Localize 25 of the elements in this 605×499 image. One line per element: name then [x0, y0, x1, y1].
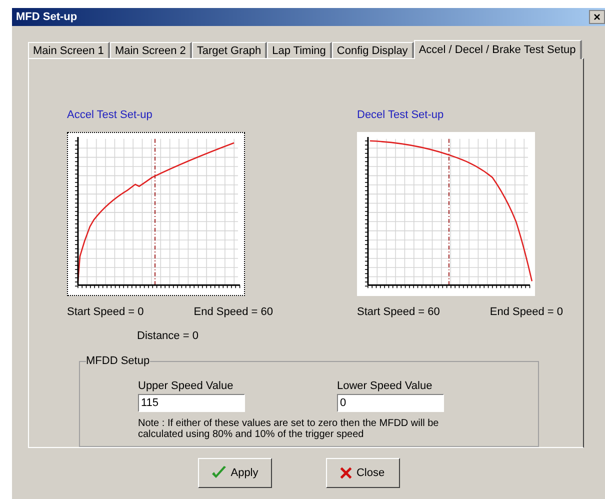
lower-speed-label: Lower Speed Value: [337, 378, 434, 394]
checkmark-icon: [210, 466, 227, 480]
window-title: MFD Set-up: [16, 10, 78, 25]
end-speed-label: End Speed = 0: [490, 304, 563, 320]
tab[interactable]: Config Display: [332, 42, 414, 58]
tab[interactable]: Target Graph: [192, 42, 268, 58]
tab[interactable]: Accel / Decel / Brake Test Setup: [414, 40, 582, 59]
close-button[interactable]: ×: [589, 10, 605, 24]
end-speed-label: End Speed = 60: [194, 304, 273, 320]
section-title: Accel Test Set-up: [67, 108, 154, 123]
tab[interactable]: Lap Timing: [267, 42, 332, 58]
lower-speed-field[interactable]: 0: [337, 394, 444, 412]
section-title: Decel Test Set-up: [357, 108, 445, 123]
start-speed-label: Start Speed = 60: [357, 304, 440, 320]
note-text: Note : If either of these values are set to zero then the MFDD will be calculated using 80% and 10% of the trigger speed: [138, 418, 440, 440]
close-dialog-button[interactable]: Close: [326, 458, 400, 488]
tab[interactable]: Main Screen 1: [28, 42, 110, 58]
upper-speed-label: Upper Speed Value: [138, 378, 234, 394]
tab[interactable]: Main Screen 2: [110, 42, 192, 58]
upper-speed-field[interactable]: 115: [138, 394, 245, 412]
cross-icon: [340, 467, 352, 479]
distance-label: Distance = 0: [137, 329, 200, 344]
apply-button[interactable]: Apply: [198, 458, 272, 488]
group-title: MFDD Setup: [86, 354, 150, 368]
start-speed-label: Start Speed = 0: [67, 304, 144, 320]
